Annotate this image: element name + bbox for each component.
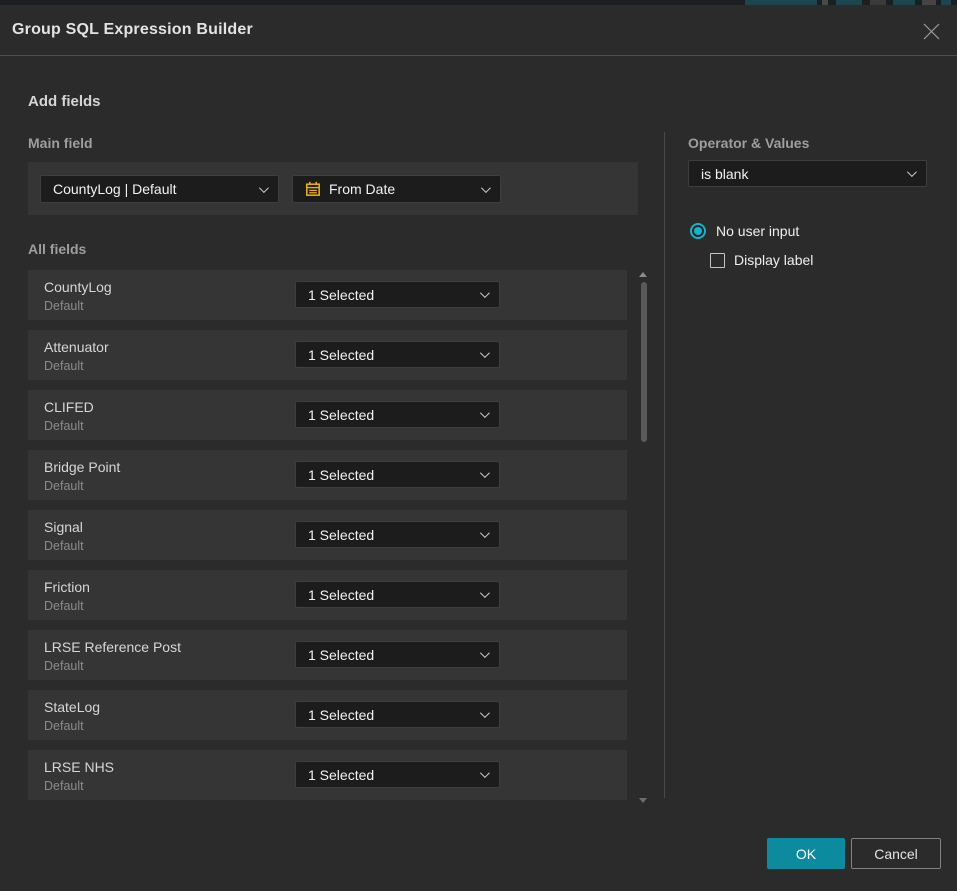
all-fields-list: CountyLog Default 1 Selected Attenuator …: [28, 270, 627, 810]
chevron-down-icon: [259, 183, 269, 193]
field-selection-value: 1 Selected: [308, 587, 480, 603]
ok-button[interactable]: OK: [767, 838, 845, 869]
main-field-field-select[interactable]: From Date: [292, 175, 501, 203]
dialog-titlebar: Group SQL Expression Builder: [0, 5, 957, 56]
chevron-down-icon: [480, 588, 490, 598]
cancel-button[interactable]: Cancel: [851, 838, 941, 869]
field-selection-dropdown[interactable]: 1 Selected: [295, 401, 500, 428]
field-selection-dropdown[interactable]: 1 Selected: [295, 461, 500, 488]
close-button[interactable]: [917, 17, 945, 45]
field-row: Signal Default 1 Selected: [28, 510, 627, 560]
field-selection-value: 1 Selected: [308, 467, 480, 483]
field-selection-value: 1 Selected: [308, 707, 480, 723]
chevron-down-icon: [480, 288, 490, 298]
scrollbar-up-arrow[interactable]: [639, 272, 647, 277]
field-selection-dropdown[interactable]: 1 Selected: [295, 761, 500, 788]
close-icon: [923, 23, 940, 40]
layer-select-value: CountyLog | Default: [53, 181, 259, 197]
field-selection-value: 1 Selected: [308, 287, 480, 303]
field-row: LRSE NHS Default 1 Selected: [28, 750, 627, 800]
chevron-down-icon: [480, 528, 490, 538]
field-selection-value: 1 Selected: [308, 407, 480, 423]
field-selection-dropdown[interactable]: 1 Selected: [295, 521, 500, 548]
field-selection-value: 1 Selected: [308, 767, 480, 783]
radio-label: No user input: [716, 223, 799, 239]
chevron-down-icon: [907, 167, 917, 177]
radio-icon: [690, 223, 706, 239]
main-field-label: Main field: [28, 135, 93, 151]
main-field-layer-select[interactable]: CountyLog | Default: [40, 175, 279, 203]
chevron-down-icon: [480, 708, 490, 718]
field-row: StateLog Default 1 Selected: [28, 690, 627, 740]
operator-select[interactable]: is blank: [688, 160, 927, 187]
dialog-title: Group SQL Expression Builder: [12, 21, 253, 39]
field-selection-dropdown[interactable]: 1 Selected: [295, 641, 500, 668]
display-label-checkbox[interactable]: Display label: [710, 252, 813, 268]
operator-values-label: Operator & Values: [688, 135, 809, 151]
all-fields-label: All fields: [28, 241, 86, 257]
field-selection-value: 1 Selected: [308, 647, 480, 663]
column-divider: [664, 132, 665, 798]
field-row: Attenuator Default 1 Selected: [28, 330, 627, 380]
checkbox-icon: [710, 253, 725, 268]
field-row: CLIFED Default 1 Selected: [28, 390, 627, 440]
chevron-down-icon: [480, 348, 490, 358]
field-row: Friction Default 1 Selected: [28, 570, 627, 620]
add-fields-heading: Add fields: [28, 93, 101, 110]
field-row: Bridge Point Default 1 Selected: [28, 450, 627, 500]
operator-select-value: is blank: [701, 166, 907, 182]
checkbox-label: Display label: [734, 252, 813, 268]
field-selection-dropdown[interactable]: 1 Selected: [295, 281, 500, 308]
sql-expression-builder-dialog: Group SQL Expression Builder Add fields …: [0, 5, 957, 891]
scrollbar-thumb[interactable]: [641, 282, 647, 442]
screen: Group SQL Expression Builder Add fields …: [0, 0, 957, 891]
field-selection-value: 1 Selected: [308, 527, 480, 543]
field-row: LRSE Reference Post Default 1 Selected: [28, 630, 627, 680]
field-selection-dropdown[interactable]: 1 Selected: [295, 701, 500, 728]
field-selection-value: 1 Selected: [308, 347, 480, 363]
field-row: CountyLog Default 1 Selected: [28, 270, 627, 320]
chevron-down-icon: [481, 183, 491, 193]
scrollbar-down-arrow[interactable]: [639, 798, 647, 803]
chevron-down-icon: [480, 768, 490, 778]
no-user-input-radio[interactable]: No user input: [690, 223, 799, 239]
chevron-down-icon: [480, 468, 490, 478]
field-selection-dropdown[interactable]: 1 Selected: [295, 581, 500, 608]
field-select-value: From Date: [329, 181, 473, 197]
calendar-date-icon: [305, 181, 321, 197]
field-selection-dropdown[interactable]: 1 Selected: [295, 341, 500, 368]
chevron-down-icon: [480, 648, 490, 658]
chevron-down-icon: [480, 408, 490, 418]
